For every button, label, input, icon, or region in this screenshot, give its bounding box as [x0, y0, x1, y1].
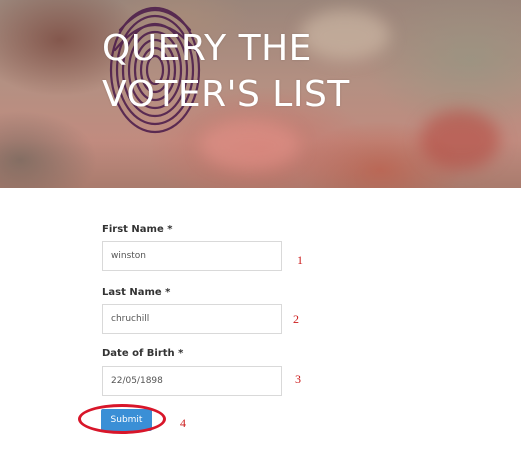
hero-banner: QUERY THE VOTER'S LIST [0, 0, 521, 188]
annotation-number-2: 2 [293, 312, 299, 326]
date-of-birth-label: Date of Birth * [102, 348, 184, 359]
hero-background-blur [200, 120, 300, 170]
first-name-label: First Name * [102, 224, 173, 235]
annotation-number-3: 3 [295, 372, 301, 386]
page-title-line-1: QUERY THE [102, 28, 312, 69]
date-of-birth-input[interactable] [102, 366, 282, 396]
annotation-number-4: 4 [180, 416, 186, 430]
hero-background-blur [420, 110, 500, 170]
submit-button[interactable]: Submit [101, 409, 152, 431]
last-name-label: Last Name * [102, 287, 171, 298]
annotation-number-1: 1 [297, 253, 303, 267]
page-title: QUERY THE VOTER'S LIST [102, 26, 402, 118]
first-name-input[interactable] [102, 241, 282, 271]
page-title-line-2: VOTER'S LIST [102, 74, 350, 115]
last-name-input[interactable] [102, 304, 282, 334]
